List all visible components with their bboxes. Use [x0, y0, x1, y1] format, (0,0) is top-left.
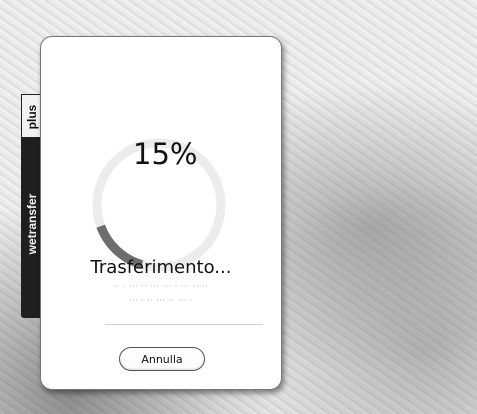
wetransfer-logo: wetransfer: [24, 193, 39, 255]
wetransfer-plus-side-tab[interactable]: plus wetransfer: [21, 94, 42, 318]
plus-tab-segment: plus: [21, 94, 42, 138]
transfer-detail-line: ·· · ··· ·· ··· ··· · ··· ·· ··: [113, 282, 209, 291]
progress-percent: 15%: [133, 137, 198, 171]
cancel-button[interactable]: Annulla: [119, 347, 205, 371]
transfer-dialog: 15% Trasferimento... ·· · ··· ·· ··· ···…: [40, 36, 282, 390]
divider: [105, 324, 263, 325]
transfer-detail-line: ··· · ·· ··· ·· ··· ·: [129, 296, 193, 305]
transfer-status-title: Trasferimento...: [90, 257, 232, 278]
plus-label: plus: [24, 104, 39, 130]
